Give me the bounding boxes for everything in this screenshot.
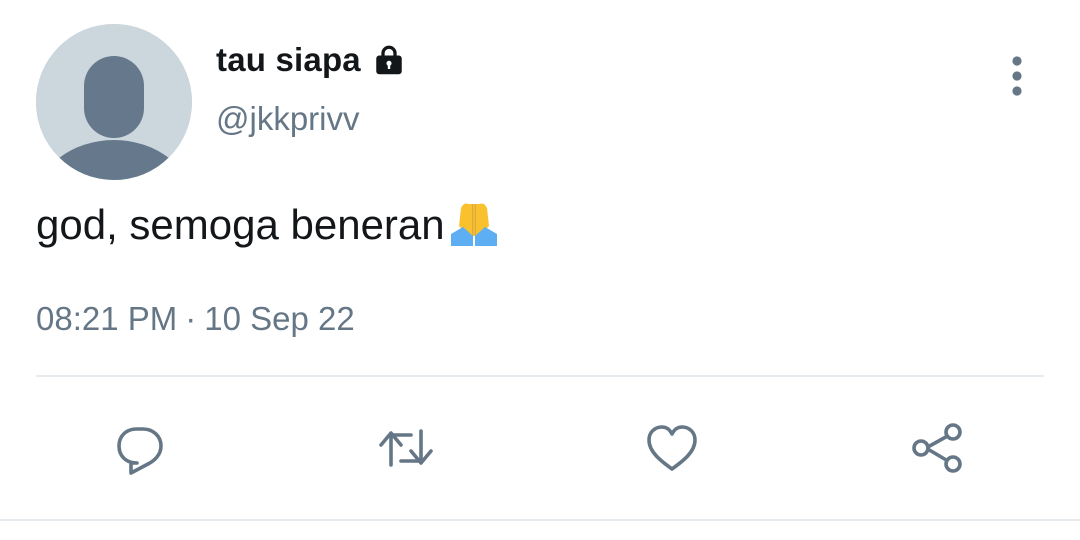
tweet-card: tau siapa @jkkprivv god, semoga beneran (0, 0, 1080, 540)
default-profile-icon (36, 24, 192, 180)
avatar[interactable] (36, 24, 192, 180)
more-options-button[interactable] (996, 52, 1038, 100)
heart-icon (647, 425, 697, 471)
lock-icon (371, 42, 407, 78)
more-vertical-icon (1012, 56, 1022, 96)
display-name[interactable]: tau siapa (216, 41, 361, 79)
reply-icon (117, 427, 163, 475)
retweet-button[interactable] (374, 416, 438, 480)
timestamp-separator: · (185, 300, 197, 337)
tweet-text-content: god, semoga beneran (36, 201, 445, 248)
divider (36, 375, 1044, 377)
like-button[interactable] (640, 416, 704, 480)
reply-button[interactable] (108, 416, 172, 480)
timestamp[interactable]: 08:21 PM · 10 Sep 22 (36, 300, 355, 338)
share-icon (912, 423, 962, 473)
retweet-icon (379, 429, 433, 467)
user-handle[interactable]: @jkkprivv (216, 100, 360, 138)
tweet-time: 08:21 PM (36, 300, 178, 337)
folded-hands-icon (447, 196, 501, 250)
tweet-date: 10 Sep 22 (204, 300, 355, 337)
share-button[interactable] (906, 416, 970, 480)
user-name-row: tau siapa (216, 40, 407, 80)
tweet-text: god, semoga beneran (36, 200, 501, 250)
bottom-divider (0, 519, 1080, 521)
